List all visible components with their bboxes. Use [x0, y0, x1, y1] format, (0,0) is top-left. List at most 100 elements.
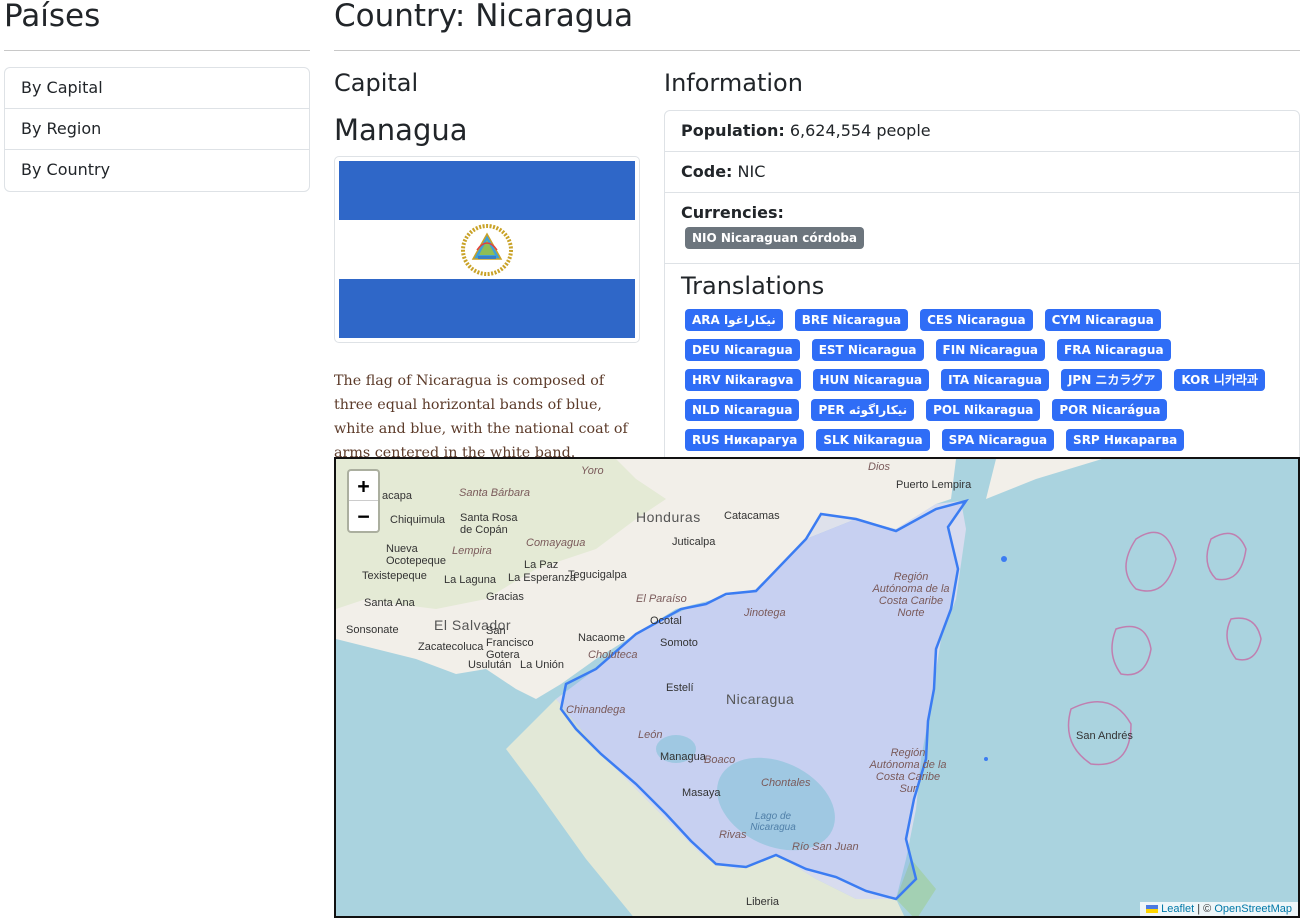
- translation-badge: SLK Nikaragua: [816, 429, 930, 451]
- label-raan: Región Autónoma de la Costa Caribe Norte: [872, 571, 950, 619]
- title-divider: [334, 50, 1300, 51]
- label-juticalpa: Juticalpa: [672, 536, 716, 548]
- code-label: Code:: [681, 162, 733, 181]
- nav-by-country[interactable]: By Country: [5, 150, 309, 191]
- label-santa-ana: Santa Ana: [364, 597, 415, 609]
- translation-badge: FIN Nicaragua: [935, 339, 1046, 361]
- translation-badge: SPA Nicaragua: [941, 429, 1055, 451]
- label-chinandega: Chinandega: [566, 704, 626, 716]
- code-row: Code: NIC: [665, 152, 1299, 193]
- label-masaya: Masaya: [682, 787, 721, 799]
- ukraine-flag-icon: [1146, 905, 1159, 914]
- country-map[interactable]: Honduras El Salvador Nicaragua Tegucigal…: [334, 457, 1300, 918]
- label-san-andres: San Andrés: [1076, 730, 1133, 742]
- label-rio-san-juan: Río San Juan: [792, 841, 859, 853]
- openstreetmap-link[interactable]: OpenStreetMap: [1214, 903, 1292, 915]
- zoom-out-button[interactable]: −: [349, 501, 378, 531]
- page-title: Country: Nicaragua: [334, 0, 634, 34]
- leaflet-link[interactable]: Leaflet: [1161, 903, 1194, 915]
- label-puerto-lempira: Puerto Lempira: [896, 479, 972, 491]
- label-la-paz: La Paz: [524, 559, 559, 571]
- label-catacamas: Catacamas: [724, 510, 780, 522]
- label-liberia: Liberia: [746, 896, 780, 908]
- label-santa-barbara: Santa Bárbara: [459, 487, 530, 499]
- label-lempira: Lempira: [452, 545, 492, 557]
- map-attribution: Leaflet | © OpenStreetMap: [1140, 902, 1298, 916]
- translation-badge: HRV Nikaragva: [685, 369, 801, 391]
- information-card: Population: 6,624,554 people Code: NIC C…: [664, 110, 1300, 497]
- translation-badge: POL Nikaragua: [926, 399, 1041, 421]
- label-honduras: Honduras: [636, 509, 701, 525]
- label-lago: Lago de Nicaragua: [750, 811, 796, 833]
- label-gracias: Gracias: [486, 591, 524, 603]
- flag-image: [339, 161, 635, 338]
- main-header: Country: Nicaragua: [334, 0, 1300, 51]
- sidebar-title: Países: [4, 0, 101, 34]
- label-ocotal: Ocotal: [650, 615, 682, 627]
- translation-badge: KOR 니카라과: [1174, 369, 1265, 391]
- code-value: NIC: [737, 162, 766, 181]
- label-jinotega: Jinotega: [744, 607, 786, 619]
- label-somoto: Somoto: [660, 637, 698, 649]
- sidebar-nav: By Capital By Region By Country: [4, 67, 310, 192]
- translation-badge: EST Nicaragua: [811, 339, 924, 361]
- translation-badge: BRE Nicaragua: [794, 309, 909, 331]
- label-managua: Managua: [660, 751, 706, 763]
- translation-badge: JPN ニカラグア: [1060, 369, 1163, 391]
- currencies-label: Currencies:: [681, 203, 784, 222]
- sidebar: Países By Capital By Region By Country: [4, 0, 310, 192]
- translation-badge: CES Nicaragua: [920, 309, 1033, 331]
- nav-by-capital[interactable]: By Capital: [5, 68, 309, 109]
- translation-badge: SRP Никарагва: [1066, 429, 1185, 451]
- label-raas: Región Autónoma de la Costa Caribe Sur: [869, 747, 947, 795]
- label-esteli: Estelí: [666, 682, 694, 694]
- translations-heading: Translations: [681, 272, 825, 300]
- label-rivas: Rivas: [719, 829, 747, 841]
- label-boaco: Boaco: [704, 754, 736, 766]
- label-yoro: Yoro: [581, 465, 604, 477]
- label-choluteca: Choluteca: [588, 649, 638, 661]
- translation-badge: NLD Nicaragua: [685, 399, 800, 421]
- label-la-esperanza: La Esperanza: [508, 572, 576, 584]
- translation-badge: FRA Nicaragua: [1057, 339, 1171, 361]
- currencies-row: Currencies: NIO Nicaraguan córdoba: [665, 193, 1299, 264]
- population-row: Population: 6,624,554 people: [665, 111, 1299, 152]
- translation-badge: RUS Никарагуа: [685, 429, 805, 451]
- label-nicaragua: Nicaragua: [726, 691, 795, 707]
- label-dios: Dios: [868, 461, 891, 473]
- label-tegucigalpa: Tegucigalpa: [568, 569, 627, 581]
- label-la-laguna: La Laguna: [444, 574, 496, 586]
- translation-badge: PER نیکاراگوئه: [811, 399, 915, 421]
- translation-badge: HUN Nicaragua: [812, 369, 930, 391]
- label-leon: León: [638, 729, 663, 741]
- translation-badge: CYM Nicaragua: [1044, 309, 1161, 331]
- capital-name: Managua: [334, 113, 468, 147]
- flag-frame: [334, 156, 640, 343]
- information-section: Information Population: 6,624,554 people…: [664, 66, 1300, 497]
- population-label: Population:: [681, 121, 785, 140]
- sidebar-divider: [4, 50, 310, 51]
- label-nueva-ocotepeque: Nueva Ocotepeque: [386, 543, 446, 567]
- capital-heading: Capital: [334, 69, 419, 97]
- label-el-paraiso: El Paraíso: [636, 593, 687, 605]
- translation-badge: DEU Nicaragua: [685, 339, 800, 361]
- nav-by-region[interactable]: By Region: [5, 109, 309, 150]
- label-santa-rosa-copan: Santa Rosa de Copán: [460, 512, 518, 536]
- currency-badge: NIO Nicaraguan córdoba: [685, 227, 865, 249]
- zoom-in-button[interactable]: +: [349, 471, 378, 501]
- label-chontales: Chontales: [761, 777, 811, 789]
- label-texistepeque: Texistepeque: [362, 570, 427, 582]
- attribution-separator: | ©: [1194, 903, 1215, 915]
- flag-description: The flag of Nicaragua is composed of thr…: [334, 373, 628, 461]
- label-comayagua: Comayagua: [526, 537, 586, 549]
- capital-section: Capital Managua The flag of Nicaragua is…: [334, 66, 640, 465]
- translation-badge: ARA نيكاراغوا: [685, 309, 783, 331]
- population-value: 6,624,554 people: [789, 121, 931, 140]
- information-heading: Information: [664, 69, 803, 97]
- label-acapa: acapa: [382, 490, 412, 502]
- coat-of-arms-icon: [461, 223, 513, 276]
- translation-badge: POR Nicarágua: [1052, 399, 1168, 421]
- label-san-francisco-gotera: San Francisco Gotera: [486, 625, 534, 661]
- translation-badge: ITA Nicaragua: [941, 369, 1049, 391]
- label-chiquimula: Chiquimula: [390, 514, 446, 526]
